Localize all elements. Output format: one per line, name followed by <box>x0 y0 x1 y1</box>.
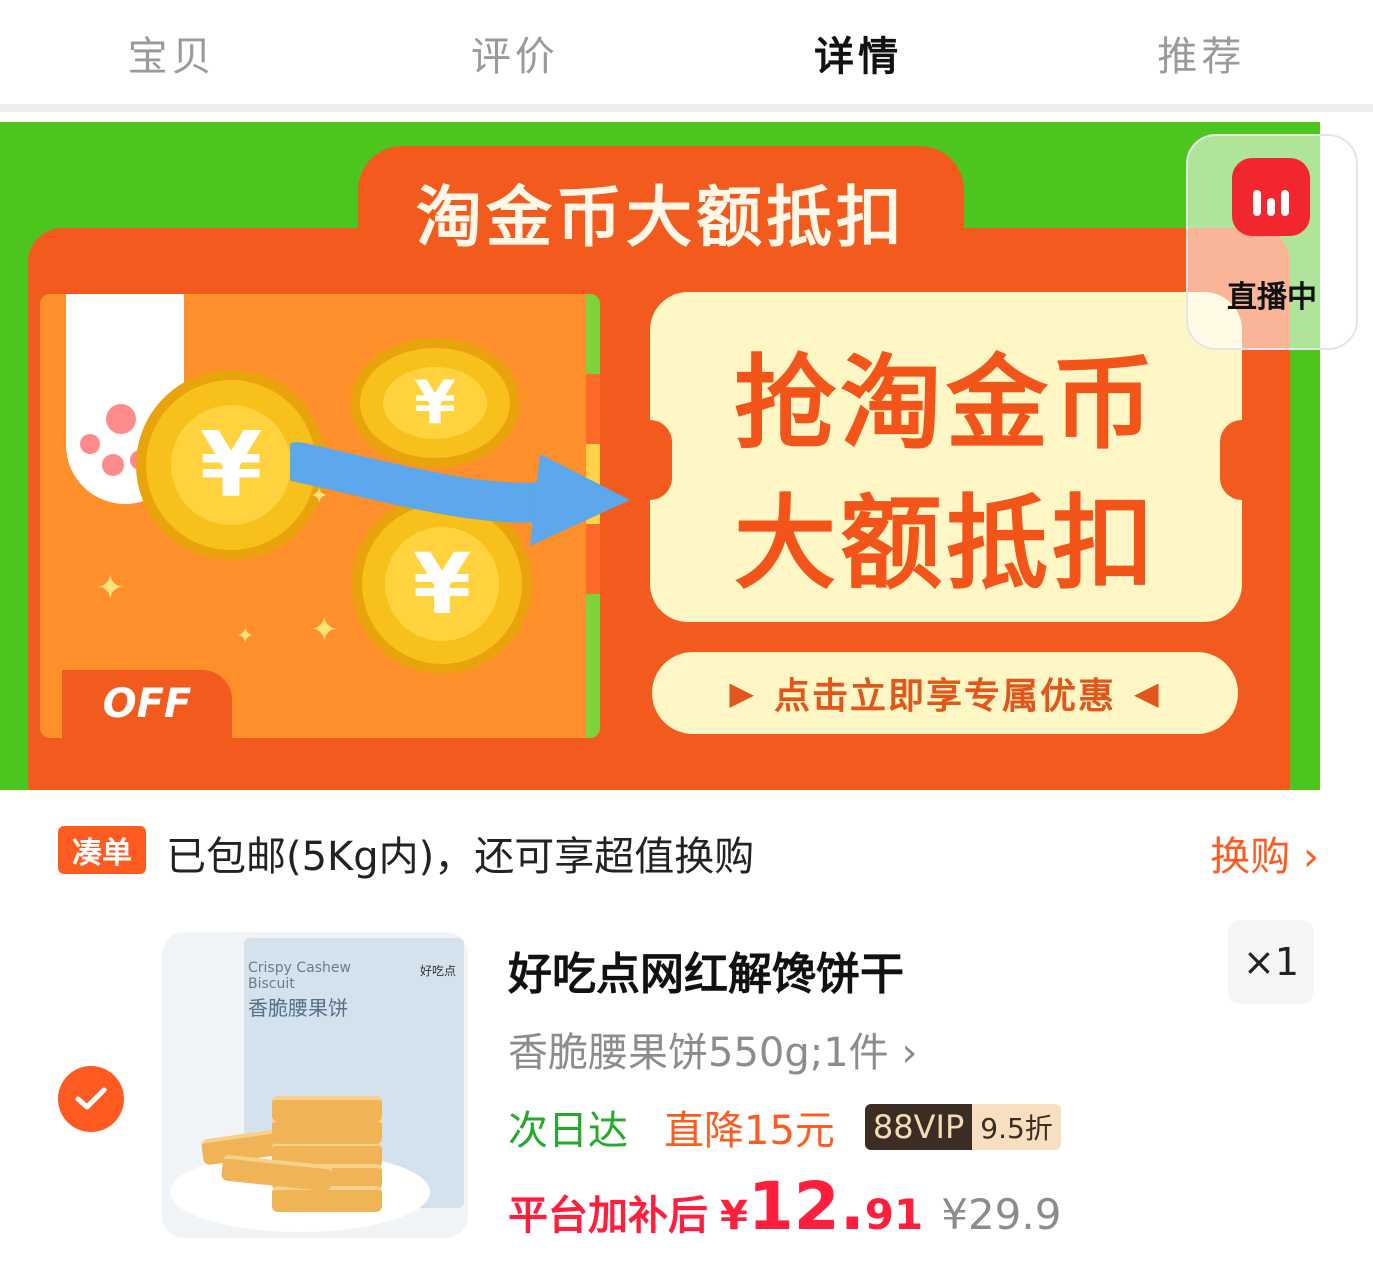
blue-arrow-icon <box>290 442 630 546</box>
arrow-head <box>530 454 630 546</box>
sparkle-icon: ✦ <box>96 568 125 608</box>
panel-stripe <box>586 294 600 374</box>
price-label: 平台加补后 <box>508 1193 708 1239</box>
item-select-checkbox[interactable] <box>58 1066 124 1132</box>
tabs-divider <box>0 104 1373 112</box>
price-decimal: 91 <box>864 1190 924 1239</box>
checkmark-icon <box>75 1087 107 1110</box>
biscuit <box>272 1096 382 1122</box>
live-bar <box>1281 190 1289 216</box>
product-thumbnail[interactable]: Crispy Cashew Biscuit 香脆腰果饼 好吃点 <box>162 932 468 1238</box>
price-row: 平台加补后 ¥ 12. 91 ¥29.9 <box>508 1168 1061 1248</box>
panel-stripe <box>586 594 600 738</box>
package-brand-logo: 好吃点 <box>420 964 457 978</box>
coin-symbol: ¥ <box>171 405 291 525</box>
coupon-ticket: 抢淘金币 大额抵扣 <box>628 292 1264 622</box>
ticket-line-1: 抢淘金币 <box>734 345 1158 464</box>
live-label: 直播中 <box>1227 280 1317 315</box>
sparkle-icon: ✦ <box>236 624 255 649</box>
product-title[interactable]: 好吃点网红解馋饼干 <box>508 938 904 1002</box>
detail-tab-bar: 宝贝 评价 详情 推荐 <box>0 0 1373 106</box>
ticket-line-2: 大额抵扣 <box>734 485 1158 604</box>
paw-pad <box>106 404 136 434</box>
vip-discount: 9.5折 <box>972 1104 1061 1150</box>
shipping-promo-text: 已包邮(5Kg内)，还可享超值换购 <box>166 834 755 880</box>
paw-pad <box>102 454 124 476</box>
tab-baobei[interactable]: 宝贝 <box>0 0 343 106</box>
chevron-right-icon: › <box>901 1030 918 1076</box>
triangle-left-icon: ◀ <box>1134 674 1161 712</box>
triangle-right-icon: ▶ <box>729 674 756 712</box>
package-en-line1: Crispy Cashew <box>248 960 351 976</box>
off-tag: OFF <box>62 670 232 738</box>
exchange-purchase-link[interactable]: 换购 › <box>1210 824 1319 882</box>
chevron-right-icon: › <box>1303 834 1319 880</box>
tab-recommend[interactable]: 推荐 <box>1030 0 1373 106</box>
live-bar <box>1267 198 1275 216</box>
arrow-shaft <box>290 442 580 523</box>
live-bar <box>1253 190 1261 216</box>
quantity-stepper[interactable]: ×1 <box>1228 920 1314 1004</box>
package-en-line2: Biscuit <box>248 976 295 992</box>
live-streaming-badge[interactable]: 直播中 <box>1186 134 1358 350</box>
tab-reviews[interactable]: 评价 <box>343 0 686 106</box>
vip-badge: 88VIP <box>864 1104 973 1150</box>
promo-banner[interactable]: 淘金币大额抵扣 ¥ ¥ ¥ ✦ ✦ ✦ ✦ OFF 抢淘金币 大额抵扣 ▶ 点击… <box>0 122 1320 790</box>
live-bars-icon <box>1232 158 1310 236</box>
variant-selector[interactable]: 香脆腰果饼550g;1件 › <box>508 1020 917 1078</box>
banner-cta-label: 点击立即享专属优惠 <box>773 676 1116 717</box>
bundle-badge: 凑单 <box>58 826 146 874</box>
bundle-promo-row: 凑单 已包邮(5Kg内)，还可享超值换购 换购 › <box>0 808 1373 892</box>
price-currency: ¥ <box>720 1193 748 1239</box>
exchange-purchase-label: 换购 <box>1210 834 1291 880</box>
package-cn-title: 香脆腰果饼 <box>248 996 348 1020</box>
banner-cta-button[interactable]: ▶ 点击立即享专属优惠 ◀ <box>652 652 1238 734</box>
price-integer: 12. <box>747 1168 865 1245</box>
price-drop-tag: 直降15元 <box>664 1108 835 1154</box>
banner-headline: 淘金币大额抵扣 <box>416 179 906 256</box>
next-day-delivery-tag: 次日达 <box>508 1108 628 1154</box>
variant-label: 香脆腰果饼550g;1件 <box>508 1030 889 1076</box>
original-price: ¥29.9 <box>941 1190 1062 1239</box>
tab-details[interactable]: 详情 <box>687 0 1030 106</box>
sparkle-icon: ✦ <box>310 610 339 650</box>
product-tags: 次日达 直降15元 88VIP 9.5折 <box>508 1102 1061 1154</box>
paw-pad <box>80 434 100 454</box>
